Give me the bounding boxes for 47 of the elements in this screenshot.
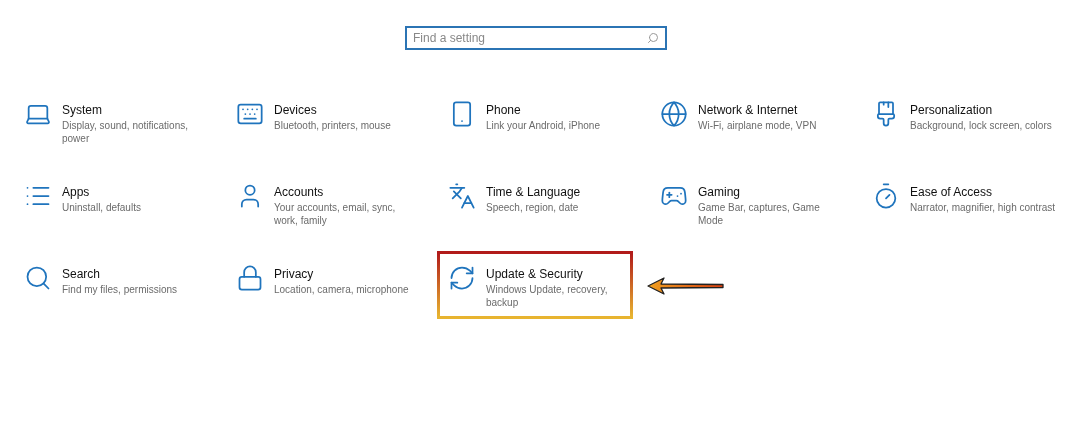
globe-icon: [660, 100, 688, 128]
search-input[interactable]: Find a setting: [413, 29, 647, 47]
tile-description: Bluetooth, printers, mouse: [274, 119, 391, 132]
lock-icon: [236, 264, 264, 292]
tile-description: Game Bar, captures, Game Mode: [698, 201, 821, 227]
search-icon: [647, 32, 659, 44]
tile-description: Your accounts, email, sync, work, family: [274, 201, 397, 227]
tile-description: Find my files, permissions: [62, 283, 178, 296]
tile-title: Network & Internet: [698, 102, 799, 118]
tile-title: Accounts: [274, 184, 325, 200]
tile-description: Display, sound, notifications, power: [62, 119, 189, 145]
sync-icon: [448, 264, 476, 292]
settings-tile[interactable]: Personalization Background, lock screen, colors: [872, 100, 1058, 132]
tile-description: Speech, region, date: [486, 201, 580, 214]
tile-title: Apps: [62, 184, 91, 200]
tile-description: Location, camera, microphone: [274, 283, 409, 296]
tile-title: System: [62, 102, 103, 118]
tile-description: Wi-Fi, airplane mode, VPN: [698, 119, 817, 132]
settings-tile[interactable]: Apps Uninstall, defaults: [24, 182, 210, 214]
settings-tile[interactable]: Accounts Your accounts, email, sync, work, family: [236, 182, 422, 227]
search-icon: [24, 264, 52, 292]
tile-description: Link your Android, iPhone: [486, 119, 600, 132]
tile-description: Background, lock screen, colors: [910, 119, 1052, 132]
tile-title: Ease of Access: [910, 184, 994, 200]
tile-title: Update & Security: [486, 266, 584, 282]
tile-title: Gaming: [698, 184, 742, 200]
settings-tile[interactable]: Gaming Game Bar, captures, Game Mode: [660, 182, 846, 227]
settings-tile[interactable]: Time & Language Speech, region, date: [448, 182, 634, 214]
settings-tile[interactable]: Ease of Access Narrator, magnifier, high contrast: [872, 182, 1058, 214]
tile-title: Privacy: [274, 266, 315, 282]
tile-title: Time & Language: [486, 184, 581, 200]
settings-tile[interactable]: Phone Link your Android, iPhone: [448, 100, 634, 132]
language-icon: [448, 182, 476, 210]
settings-tile[interactable]: Search Find my files, permissions: [24, 264, 210, 296]
tile-title: Search: [62, 266, 102, 282]
settings-tile[interactable]: Update & Security Windows Update, recovery, backup: [448, 264, 634, 309]
tile-description: Narrator, magnifier, high contrast: [910, 201, 1056, 214]
tile-title: Phone: [486, 102, 522, 118]
settings-tile[interactable]: Network & Internet Wi-Fi, airplane mode, VPN: [660, 100, 846, 132]
settings-tile[interactable]: Devices Bluetooth, printers, mouse: [236, 100, 422, 132]
settings-tile[interactable]: System Display, sound, notifications, power: [24, 100, 210, 145]
tile-title: Devices: [274, 102, 318, 118]
tile-description: Windows Update, recovery, backup: [486, 283, 609, 309]
tile-title: Personalization: [910, 102, 994, 118]
search-field[interactable]: Find a setting: [405, 26, 667, 50]
tile-description: Uninstall, defaults: [62, 201, 141, 214]
settings-tile[interactable]: Privacy Location, camera, microphone: [236, 264, 422, 296]
